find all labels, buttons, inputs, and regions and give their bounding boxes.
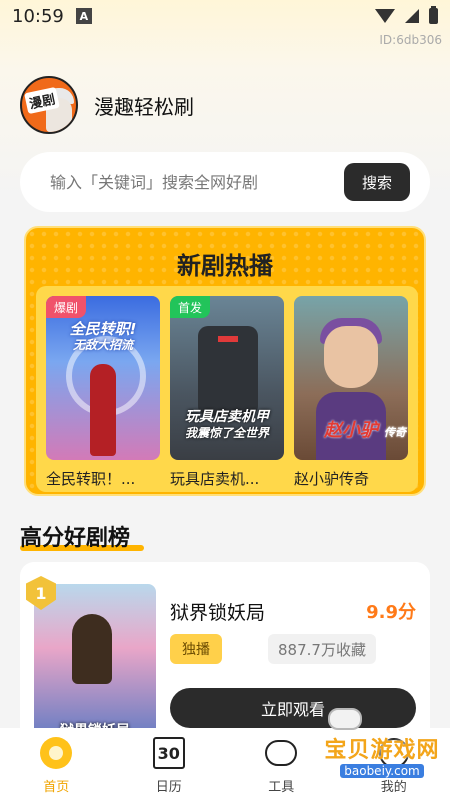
nav-label-tools: 工具 — [268, 780, 295, 795]
exclusive-tag: 独播 — [170, 634, 222, 664]
ranking-item-score: 9.9分 — [366, 602, 416, 623]
favorites-count: 887.7万收藏 — [268, 634, 376, 664]
ranking-item-name[interactable]: 狱界锁妖局 — [170, 598, 265, 625]
hot-card-1-poster[interactable]: 全民转职! 无敌大招流 爆剧 — [46, 296, 160, 460]
tools-icon — [265, 740, 298, 766]
poster-3-subtitle: 传奇 — [384, 426, 406, 439]
hot-card-1-title[interactable]: 全民转职！... — [46, 468, 160, 489]
nav-item-calendar[interactable]: 30 日历 — [113, 728, 226, 800]
search-bar: 搜索 — [20, 152, 430, 212]
nav-item-tools[interactable]: 工具 — [225, 728, 338, 800]
watermark-gamepad-icon — [328, 708, 362, 730]
hot-card-3-poster[interactable]: 赵小驴 传奇 — [294, 296, 408, 460]
poster-2-subtitle: 我震惊了全世界 — [184, 426, 269, 440]
poster-figure-shape — [90, 364, 116, 456]
hot-section-title: 新剧热播 — [177, 252, 273, 280]
app-header: 漫剧 漫趣轻松刷 — [20, 76, 194, 134]
search-input[interactable] — [50, 172, 344, 192]
device-id: ID:6db306 — [379, 33, 442, 47]
hot-card-2[interactable]: 玩具店卖机甲 我震惊了全世界 首发 玩具店卖机... — [170, 296, 284, 489]
watermark-url: baobeiy.com — [340, 764, 424, 778]
hot-card-3[interactable]: 赵小驴 传奇 赵小驴传奇 — [294, 296, 408, 489]
watermark: 宝贝游戏网 baobeiy.com — [322, 732, 442, 780]
nav-item-home[interactable]: 首页 — [0, 728, 113, 800]
wifi-icon — [375, 9, 395, 23]
notification-a-icon: A — [75, 8, 92, 24]
hot-card-2-title[interactable]: 玩具店卖机... — [170, 468, 284, 489]
badge-premiere: 首发 — [170, 296, 211, 318]
poster-face-shape — [324, 326, 378, 388]
poster-1-subtitle: 无敌大招流 — [72, 338, 133, 352]
watch-now-button[interactable]: 立即观看 — [170, 688, 416, 728]
badge-hot: 爆剧 — [46, 296, 87, 318]
signal-icon — [405, 9, 419, 23]
ranking-cover[interactable]: 狱界锁妖局 — [34, 584, 156, 744]
poster-2-title: 玩具店卖机甲 — [185, 409, 269, 425]
nav-label-calendar: 日历 — [155, 780, 182, 795]
cover-hero-shape — [72, 614, 112, 684]
search-button[interactable]: 搜索 — [344, 163, 410, 201]
app-logo[interactable]: 漫剧 — [20, 76, 78, 134]
calendar-icon: 30 — [152, 737, 185, 769]
exclusive-tag-label: 独播 — [182, 642, 210, 658]
battery-icon — [429, 6, 438, 24]
hot-card-2-poster[interactable]: 玩具店卖机甲 我震惊了全世界 首发 — [170, 296, 284, 460]
nav-label-home: 首页 — [43, 780, 70, 795]
new-hot-section: 新剧热播 全民转职! 无敌大招流 爆剧 全民转职！... 玩具店卖机甲 我震惊了… — [24, 226, 426, 496]
home-icon — [40, 737, 73, 769]
ranking-section-title: 高分好剧榜 — [20, 526, 131, 551]
status-time: 10:59 — [12, 5, 64, 27]
status-icons — [375, 6, 438, 24]
hot-card-3-title[interactable]: 赵小驴传奇 — [294, 468, 408, 489]
watermark-text: 宝贝游戏网 — [324, 738, 440, 763]
poster-mech-eye-shape — [218, 336, 238, 342]
app-title: 漫趣轻松刷 — [94, 94, 194, 119]
hot-cards-container: 全民转职! 无敌大招流 爆剧 全民转职！... 玩具店卖机甲 我震惊了全世界 首… — [36, 286, 418, 492]
status-bar: 10:59 A — [0, 0, 450, 32]
hot-card-1[interactable]: 全民转职! 无敌大招流 爆剧 全民转职！... — [46, 296, 160, 489]
